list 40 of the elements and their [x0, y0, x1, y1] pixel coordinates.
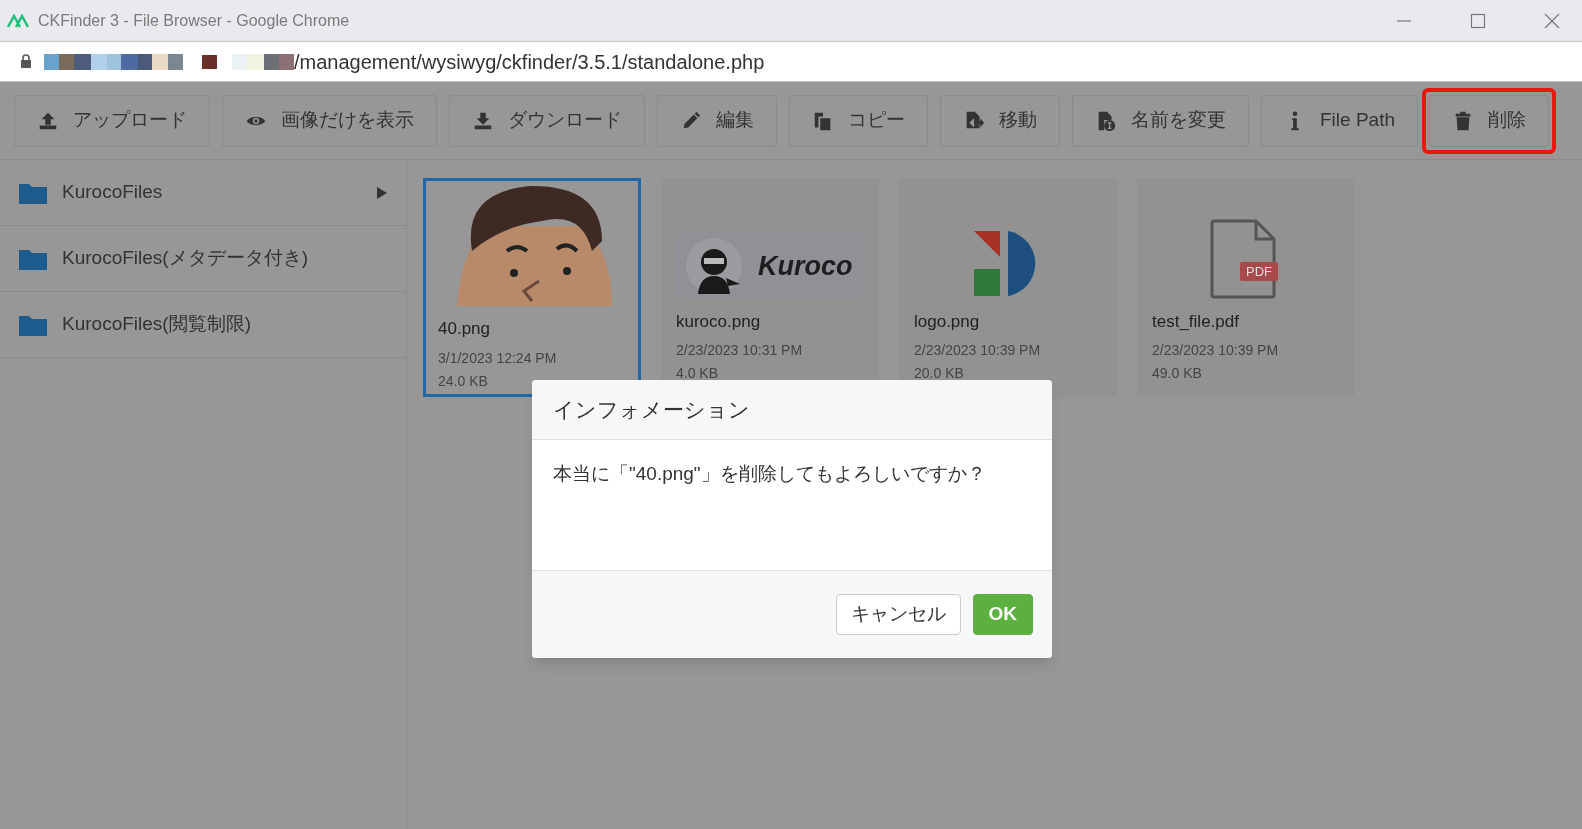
ok-button[interactable]: OK	[972, 594, 1033, 635]
window-title: CKFinder 3 - File Browser - Google Chrome	[38, 10, 350, 31]
lock-icon	[20, 54, 32, 69]
file-name: kuroco.png	[676, 310, 762, 333]
file-size: 4.0 KB	[676, 364, 720, 383]
app-logo-icon	[6, 12, 30, 29]
toolbar-button[interactable]: コピー	[789, 94, 928, 147]
file-date: 3/1/2023 12:24 PM	[438, 348, 558, 368]
toolbar-button[interactable]: 削除	[1429, 94, 1549, 147]
toolbar-button[interactable]: File Path	[1261, 94, 1418, 147]
file-card[interactable]: logo.png 2/23/2023 10:39 PM 20.0 KB	[899, 178, 1117, 397]
file-date: 2/23/2023 10:39 PM	[1152, 341, 1280, 360]
folder-item[interactable]: KurocoFiles	[0, 160, 406, 226]
toolbar-button[interactable]: 名前を変更	[1072, 94, 1249, 147]
file-date: 2/23/2023 10:31 PM	[676, 341, 804, 360]
file-size: 20.0 KB	[914, 364, 965, 383]
file-card[interactable]: 40.png 3/1/2023 12:24 PM 24.0 KB	[423, 178, 641, 397]
close-icon[interactable]	[1544, 12, 1560, 29]
maximize-icon[interactable]	[1470, 12, 1486, 29]
file-name: test_file.pdf	[1152, 310, 1240, 333]
toolbar-button[interactable]: ダウンロード	[449, 94, 645, 147]
file-size: 24.0 KB	[438, 371, 489, 391]
toolbar-button[interactable]: アップロード	[14, 94, 210, 147]
logo-text: Kuroco	[758, 249, 853, 283]
dialog-message: 本当に「"40.png"」を削除してもよろしいですか？	[553, 462, 987, 486]
file-name: logo.png	[914, 310, 981, 333]
cancel-button[interactable]: キャンセル	[835, 594, 961, 635]
ninja-icon	[686, 238, 742, 294]
folder-item[interactable]: KurocoFiles(メタデータ付き)	[0, 226, 406, 292]
expand-arrow-icon[interactable]	[376, 185, 388, 200]
file-name: 40.png	[438, 318, 491, 340]
file-date: 2/23/2023 10:39 PM	[914, 341, 1042, 360]
toolbar-button[interactable]: 画像だけを表示	[222, 94, 437, 147]
dialog-title: インフォメーション	[553, 396, 750, 423]
file-card[interactable]: PDF test_file.pdf 2/23/2023 10:39 PM 49.0 KB	[1137, 178, 1355, 397]
toolbar-button[interactable]: 編集	[657, 94, 777, 147]
file-size: 49.0 KB	[1152, 364, 1203, 383]
folder-item[interactable]: KurocoFiles(閲覧制限)	[0, 292, 406, 358]
toolbar-button[interactable]: 移動	[940, 94, 1060, 147]
pdf-label: PDF	[1240, 261, 1278, 281]
